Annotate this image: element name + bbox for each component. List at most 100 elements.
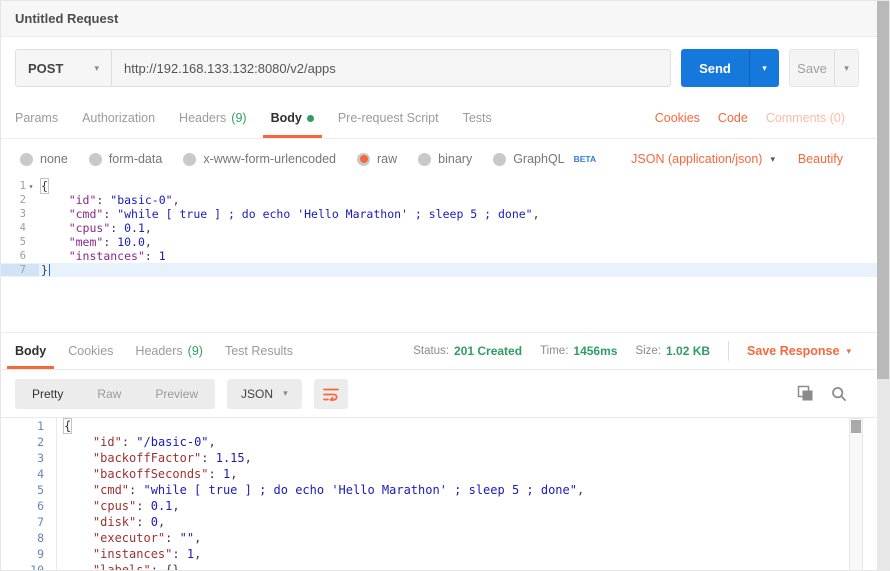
body-mode-label: form-data: [109, 152, 163, 166]
save-button[interactable]: Save: [790, 50, 834, 86]
page-scrollbar-thumb[interactable]: [877, 1, 889, 379]
code-token: ,: [158, 515, 165, 529]
wrap-text-button[interactable]: [314, 379, 348, 409]
code-token: :: [209, 467, 223, 481]
chevron-down-icon: ▾: [846, 347, 851, 356]
body-mode-none[interactable]: none: [20, 152, 68, 166]
code-text: }: [39, 263, 50, 277]
line-number: 8: [1, 530, 57, 546]
beautify-link[interactable]: Beautify: [798, 152, 843, 166]
view-preview[interactable]: Preview: [138, 387, 215, 401]
body-mode-x-www-form-urlencoded[interactable]: x-www-form-urlencoded: [183, 152, 336, 166]
content-type-select[interactable]: JSON (application/json) ▾: [631, 152, 775, 166]
code-text: {: [39, 179, 48, 193]
line-number-value: 2: [37, 435, 44, 449]
tab-body[interactable]: Body: [271, 98, 314, 138]
chevron-down-icon: ▾: [770, 155, 775, 164]
response-scrollbar[interactable]: [849, 418, 863, 571]
code-token: :: [201, 451, 215, 465]
url-box: POST ▾: [15, 49, 671, 87]
save-button-group: Save ▾: [789, 49, 859, 87]
code-line: 3 "backoffFactor": 1.15,: [1, 450, 879, 466]
tab-params[interactable]: Params: [15, 98, 58, 138]
body-mode-graphql[interactable]: GraphQLBETA: [493, 152, 596, 166]
code-token: "while [ true ] ; do echo 'Hello Maratho…: [117, 207, 532, 221]
line-number: 1: [1, 418, 57, 434]
response-scrollbar-thumb[interactable]: [851, 420, 861, 433]
radio-icon: [418, 153, 431, 166]
response-tab-test-results[interactable]: Test Results: [225, 333, 293, 369]
request-title[interactable]: Untitled Request: [15, 11, 118, 26]
code-token: [64, 515, 93, 529]
method-select[interactable]: POST ▾: [16, 50, 112, 86]
code-line: 3 "cmd": "while [ true ] ; do echo 'Hell…: [1, 207, 879, 221]
line-number: 4: [1, 466, 57, 482]
code-token: :: [129, 483, 143, 497]
url-input[interactable]: [112, 50, 670, 86]
response-tab-cookies[interactable]: Cookies: [68, 333, 113, 369]
code-text: "cpus": 0.1,: [39, 221, 152, 235]
cookies-link[interactable]: Cookies: [655, 111, 700, 125]
line-number: 9: [1, 546, 57, 562]
code-line: 5 "mem": 10.0,: [1, 235, 879, 249]
response-tool-icons: [797, 385, 879, 402]
tab-authorization[interactable]: Authorization: [82, 98, 155, 138]
code-token: "backoffSeconds": [93, 467, 209, 481]
size-value: 1.02 KB: [666, 344, 710, 358]
response-tab-body[interactable]: Body: [15, 333, 46, 369]
code-text: "labels": {},: [57, 563, 187, 571]
send-options-button[interactable]: ▾: [749, 49, 779, 87]
code-token: :: [136, 515, 150, 529]
radio-icon: [20, 153, 33, 166]
code-token: [41, 207, 69, 221]
response-format-select[interactable]: JSON ▾: [227, 379, 302, 409]
page-scrollbar[interactable]: [877, 1, 889, 571]
body-mode-raw[interactable]: raw: [357, 152, 397, 166]
line-number-value: 9: [37, 547, 44, 561]
chevron-down-icon: ▾: [283, 389, 288, 398]
code-token: [41, 249, 69, 263]
tab-label: Pre-request Script: [338, 111, 439, 125]
save-options-button[interactable]: ▾: [834, 50, 858, 86]
tab-pre-request-script[interactable]: Pre-request Script: [338, 98, 439, 138]
save-response-button[interactable]: Save Response ▾: [747, 344, 851, 358]
code-token: ,: [145, 235, 152, 249]
code-link[interactable]: Code: [718, 111, 748, 125]
response-body-editor[interactable]: 1{2 "id": "/basic-0",3 "backoffFactor": …: [1, 418, 879, 571]
body-mode-binary[interactable]: binary: [418, 152, 472, 166]
view-raw[interactable]: Raw: [80, 387, 138, 401]
code-token: :: [165, 531, 179, 545]
code-text: "backoffFactor": 1.15,: [57, 451, 252, 465]
time-value: 1456ms: [573, 344, 617, 358]
view-pretty[interactable]: Pretty: [15, 387, 80, 401]
code-token: {: [63, 418, 72, 434]
send-button[interactable]: Send: [681, 49, 749, 87]
code-line: 6 "cpus": 0.1,: [1, 498, 879, 514]
line-number: 3: [1, 450, 57, 466]
code-line: 1{: [1, 418, 879, 434]
code-token: 1: [159, 249, 166, 263]
tab-label: Cookies: [68, 344, 113, 358]
body-mode-row: none form-data x-www-form-urlencoded raw bin…: [1, 139, 879, 179]
copy-icon[interactable]: [797, 385, 814, 402]
code-token: :: [110, 221, 124, 235]
code-token: }: [41, 263, 48, 277]
code-token: :: [151, 563, 165, 571]
request-body-editor[interactable]: 1▾{2 "id": "basic-0",3 "cmd": "while [ t…: [1, 179, 879, 277]
code-token: "cpus": [69, 221, 111, 235]
code-token: ,: [230, 467, 237, 481]
tab-headers[interactable]: Headers(9): [179, 98, 247, 138]
code-line: 7 "disk": 0,: [1, 514, 879, 530]
response-tab-headers[interactable]: Headers(9): [135, 333, 203, 369]
body-mode-form-data[interactable]: form-data: [89, 152, 163, 166]
code-token: :: [103, 207, 117, 221]
tab-tests[interactable]: Tests: [463, 98, 492, 138]
comments-link[interactable]: Comments (0): [766, 111, 845, 125]
search-icon[interactable]: [831, 386, 847, 402]
code-token: "cmd": [93, 483, 129, 497]
status-stat: Status: 201 Created: [413, 344, 522, 358]
code-token: :: [103, 235, 117, 249]
code-line: 4 "cpus": 0.1,: [1, 221, 879, 235]
text-cursor: [49, 264, 50, 276]
code-token: "instances": [93, 547, 172, 561]
